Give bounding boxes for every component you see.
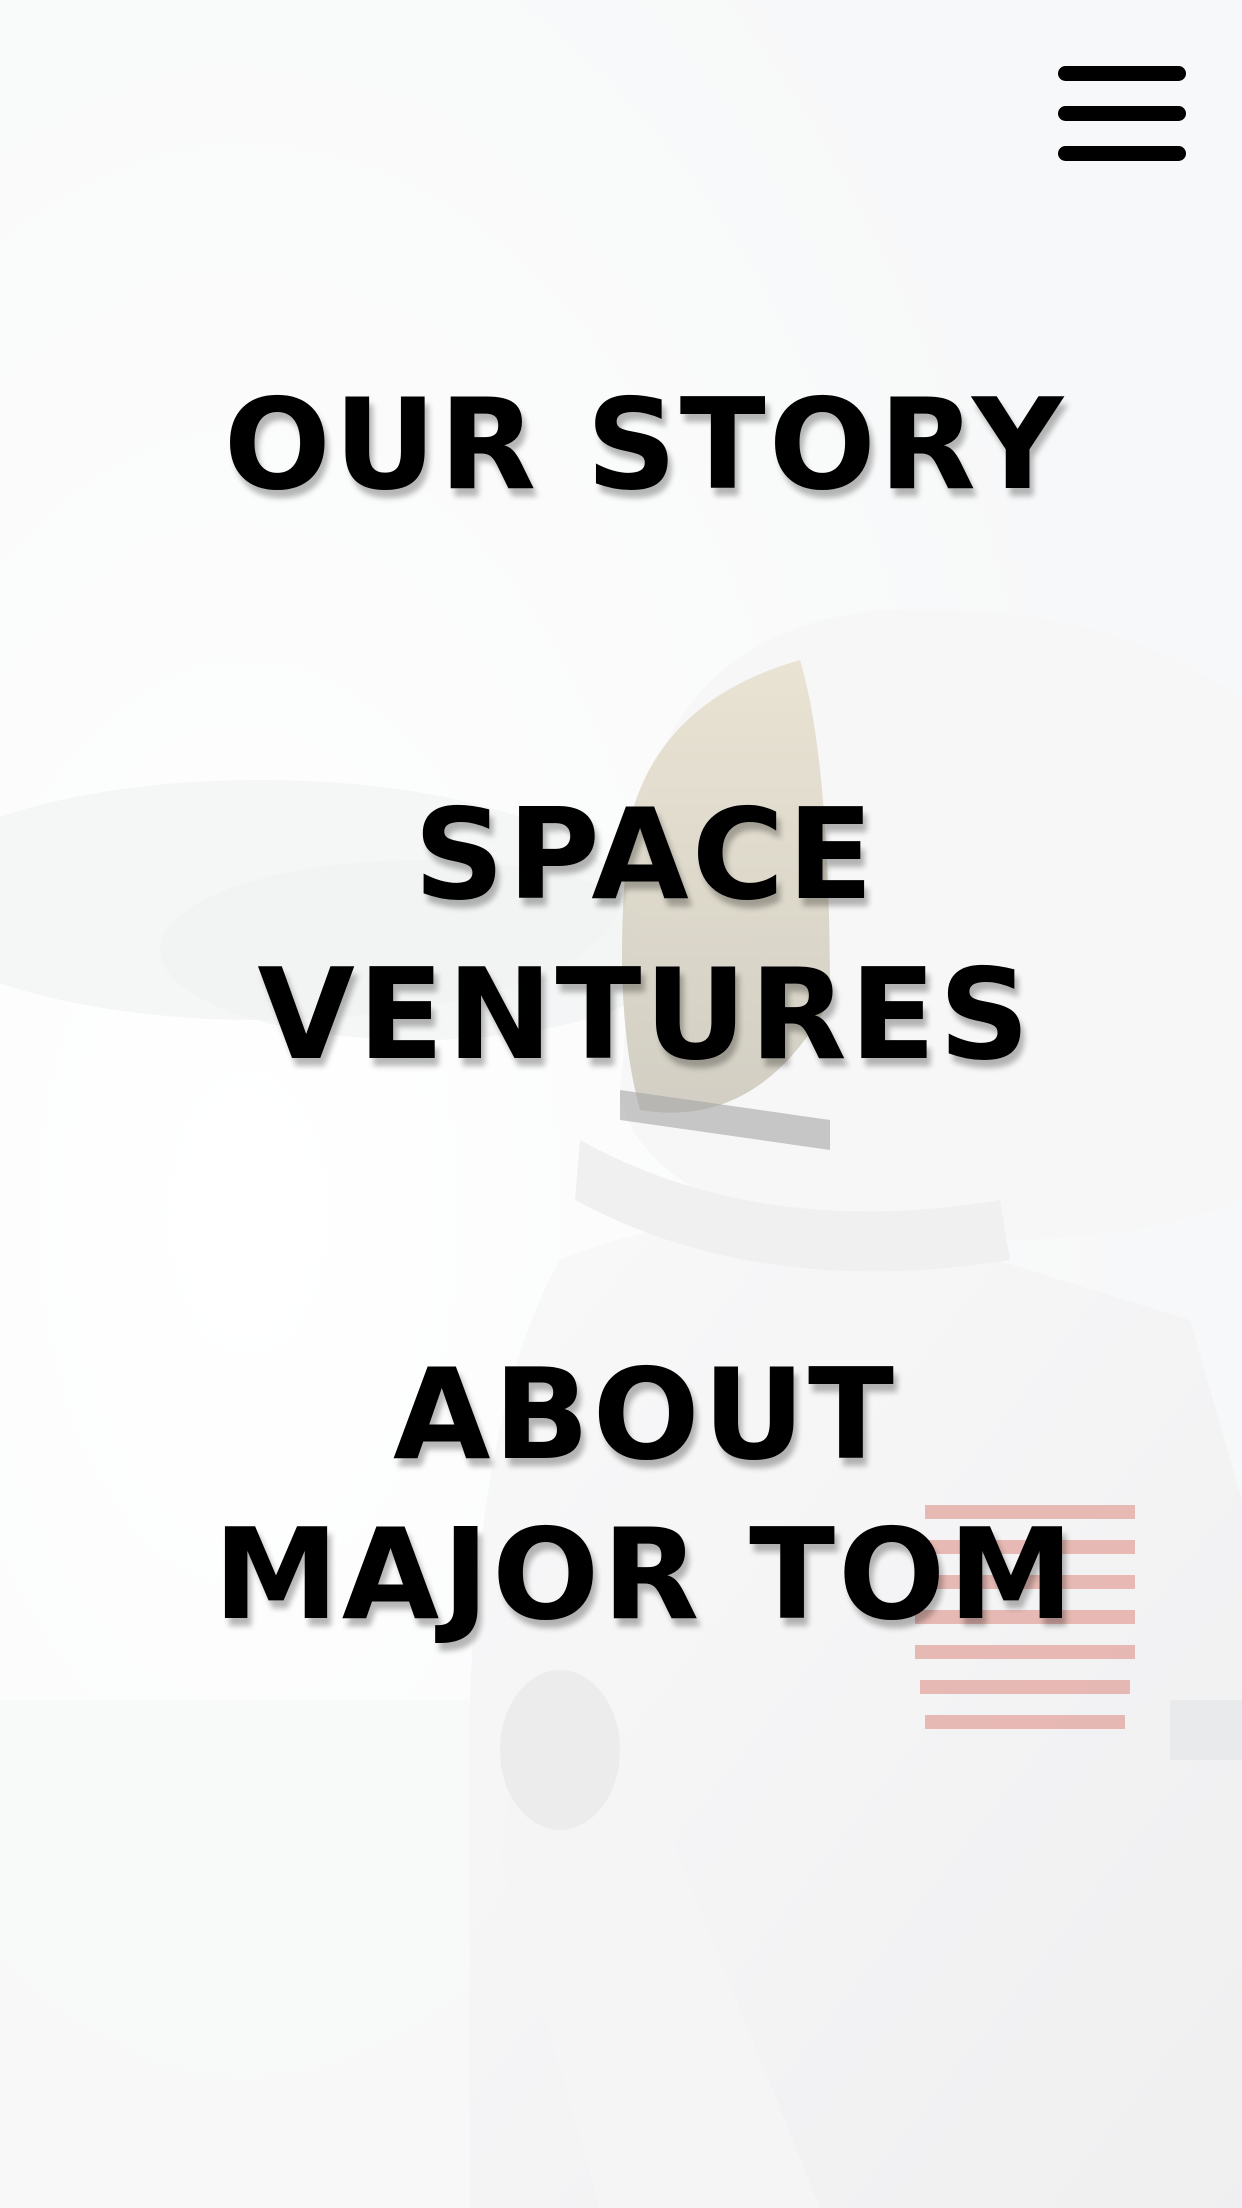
menu-bar-middle [1058,106,1186,121]
nav-link-label-line-2: VENTURES [257,941,1033,1088]
page: OUR STORY SPACE VENTURES ABOUT MAJOR TOM [0,0,1242,2208]
nav-link-our-story[interactable]: OUR STORY [0,365,1242,525]
nav-link-label-line-1: ABOUT [393,1341,897,1488]
hamburger-menu-icon[interactable] [1058,62,1186,162]
background-tint-overlay [0,0,1242,2208]
nav-link-label-line-2: MAJOR TOM [213,1501,1077,1648]
nav-link-space-ventures[interactable]: SPACE VENTURES [0,775,1242,1095]
nav-link-label-line-1: SPACE [413,781,877,928]
nav-link-about-major-tom[interactable]: ABOUT MAJOR TOM [0,1335,1242,1655]
nav-link-label: OUR STORY [223,371,1067,518]
menu-bar-bottom [1058,146,1186,161]
menu-bar-top [1058,66,1186,81]
